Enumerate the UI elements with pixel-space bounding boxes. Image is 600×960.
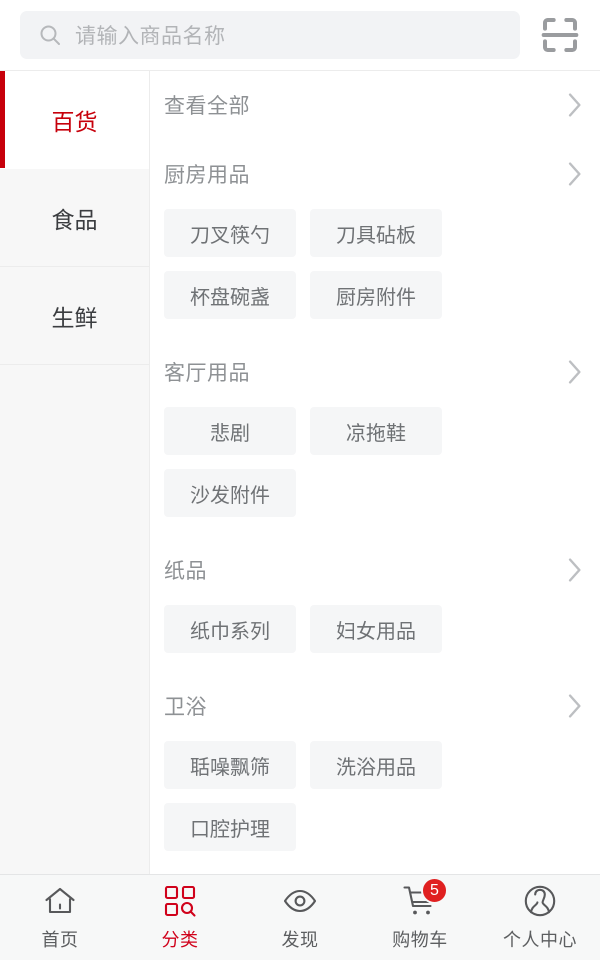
section-title: 厨房用品 xyxy=(164,164,250,187)
category-body: 百货 食品 生鲜 查看全部 厨房用品 刀叉筷勺 刀具砧板 杯盘碗盏 厨房附件 客… xyxy=(0,70,600,874)
subcategory-chip[interactable]: 凉拖鞋 xyxy=(310,407,442,455)
chevron-right-icon xyxy=(568,93,581,117)
eye-icon xyxy=(282,883,318,919)
view-all-row[interactable]: 查看全部 xyxy=(150,71,600,139)
tab-label: 首页 xyxy=(41,930,79,950)
section-header-paper[interactable]: 纸品 xyxy=(150,535,600,605)
user-icon xyxy=(522,883,558,919)
subcategory-chip[interactable]: 妇女用品 xyxy=(310,605,442,653)
section-title: 卫浴 xyxy=(164,696,207,719)
section-header-kitchen[interactable]: 厨房用品 xyxy=(150,139,600,209)
sidebar-item-label: 百货 xyxy=(51,108,98,135)
chip-row-bath: 聒噪飘筛 洗浴用品 口腔护理 xyxy=(150,741,600,851)
sidebar-item-label: 食品 xyxy=(51,206,98,233)
chevron-right-icon xyxy=(568,360,581,384)
category-page: 请输入商品名称 百货 食品 生鲜 查看全部 厨房用品 刀叉筷勺 刀具砧板 杯盘碗… xyxy=(0,0,600,960)
search-placeholder: 请输入商品名称 xyxy=(75,25,226,48)
tab-label: 发现 xyxy=(281,930,319,950)
cart-icon: 5 xyxy=(402,877,448,919)
section-header-bath[interactable]: 卫浴 xyxy=(150,671,600,741)
subcategory-chip[interactable]: 悲剧 xyxy=(164,407,296,455)
view-all-label: 查看全部 xyxy=(164,95,250,118)
tab-home[interactable]: 首页 xyxy=(0,875,120,960)
tab-label: 个人中心 xyxy=(503,930,577,950)
search-input[interactable]: 请输入商品名称 xyxy=(20,11,520,59)
search-header: 请输入商品名称 xyxy=(0,0,600,70)
subcategory-chip[interactable]: 厨房附件 xyxy=(310,271,442,319)
chip-row-paper: 纸巾系列 妇女用品 xyxy=(150,605,600,653)
tab-label: 分类 xyxy=(161,930,199,950)
grid-search-icon xyxy=(162,883,198,919)
tab-discover[interactable]: 发现 xyxy=(240,875,360,960)
section-header-livingroom[interactable]: 客厅用品 xyxy=(150,337,600,407)
sidebar-item-shengxian[interactable]: 生鲜 xyxy=(0,267,149,365)
subcategory-list[interactable]: 查看全部 厨房用品 刀叉筷勺 刀具砧板 杯盘碗盏 厨房附件 客厅用品 悲剧 凉拖… xyxy=(150,71,600,874)
subcategory-chip[interactable]: 纸巾系列 xyxy=(164,605,296,653)
chevron-right-icon xyxy=(568,558,581,582)
section-title: 纸品 xyxy=(164,560,207,583)
tab-cart[interactable]: 5 购物车 xyxy=(360,875,480,960)
subcategory-chip[interactable]: 洗浴用品 xyxy=(310,741,442,789)
sidebar-item-shipin[interactable]: 食品 xyxy=(0,169,149,267)
tab-category[interactable]: 分类 xyxy=(120,875,240,960)
tab-profile[interactable]: 个人中心 xyxy=(480,875,600,960)
home-icon xyxy=(42,883,78,919)
cart-badge: 5 xyxy=(421,877,448,904)
chip-row-kitchen: 刀叉筷勺 刀具砧板 杯盘碗盏 厨房附件 xyxy=(150,209,600,319)
chevron-right-icon xyxy=(568,162,581,186)
subcategory-chip[interactable]: 沙发附件 xyxy=(164,469,296,517)
chip-row-livingroom: 悲剧 凉拖鞋 沙发附件 xyxy=(150,407,600,517)
scan-code-icon xyxy=(541,18,579,52)
sidebar-item-label: 生鲜 xyxy=(51,304,98,331)
subcategory-chip[interactable]: 杯盘碗盏 xyxy=(164,271,296,319)
chevron-right-icon xyxy=(568,694,581,718)
subcategory-chip[interactable]: 刀叉筷勺 xyxy=(164,209,296,257)
scan-code-button[interactable] xyxy=(534,9,586,61)
search-icon xyxy=(40,25,60,45)
section-header-personal[interactable]: 个人用品 xyxy=(150,869,600,874)
bottom-tab-bar: 首页 分类 发现 5 购物车 个人中心 xyxy=(0,874,600,960)
category-sidebar: 百货 食品 生鲜 xyxy=(0,71,150,874)
section-title: 客厅用品 xyxy=(164,362,250,385)
sidebar-item-baihuo[interactable]: 百货 xyxy=(0,71,149,169)
subcategory-chip[interactable]: 口腔护理 xyxy=(164,803,296,851)
subcategory-chip[interactable]: 聒噪飘筛 xyxy=(164,741,296,789)
subcategory-chip[interactable]: 刀具砧板 xyxy=(310,209,442,257)
tab-label: 购物车 xyxy=(392,930,448,950)
